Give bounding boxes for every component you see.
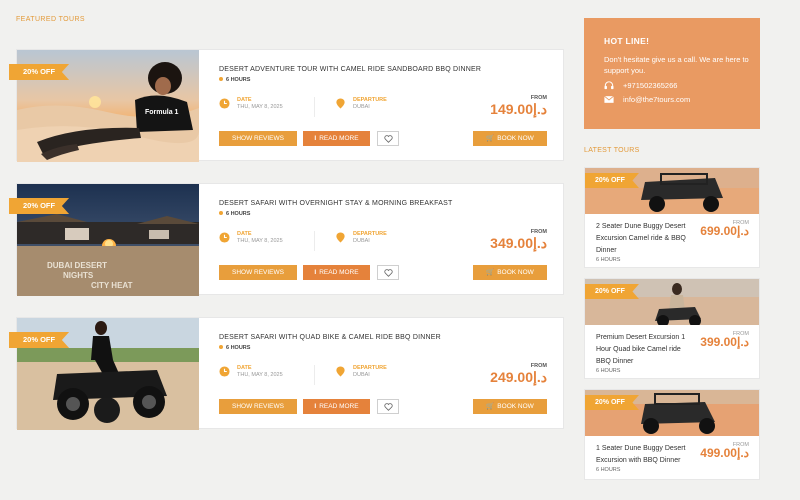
tour-title[interactable]: DESERT SAFARI WITH QUAD BIKE & CAMEL RID… bbox=[219, 334, 441, 341]
latest-tour-price: 499.00د.إ bbox=[700, 446, 749, 460]
info-icon: i bbox=[314, 403, 317, 410]
clock-icon bbox=[219, 366, 230, 377]
tour-card: 20% OFF DESERT SAFARI WITH QUAD BIKE & C… bbox=[9, 317, 564, 430]
clock-dot-icon bbox=[219, 77, 223, 81]
tour-duration: 6 HOURS bbox=[219, 77, 250, 83]
latest-tour-duration: 6 HOURS bbox=[596, 257, 621, 263]
cart-icon: 🛒 bbox=[486, 403, 495, 410]
info-icon: i bbox=[314, 269, 317, 276]
hotline-phone[interactable]: +971502365266 bbox=[604, 81, 760, 90]
hotline-email[interactable]: info@the7tours.com bbox=[604, 95, 760, 104]
sand-text-2: NIGHTS bbox=[63, 271, 94, 280]
clock-dot-icon bbox=[219, 211, 223, 215]
heart-icon bbox=[383, 135, 393, 143]
cart-icon: 🛒 bbox=[486, 135, 495, 142]
latest-tours-title: LATEST TOURS bbox=[584, 147, 640, 154]
tour-date: DATE THU, MAY 8, 2025 bbox=[219, 231, 315, 251]
latest-tour-card[interactable]: 20% OFF 1 Seater Dune Buggy Desert Excur… bbox=[584, 389, 760, 480]
discount-badge: 20% OFF bbox=[585, 173, 639, 188]
discount-badge: 20% OFF bbox=[585, 395, 639, 410]
show-reviews-button[interactable]: SHOW REVIEWS bbox=[219, 265, 297, 280]
wishlist-button[interactable] bbox=[377, 265, 399, 280]
envelope-icon bbox=[604, 95, 614, 103]
featured-tours-title: FEATURED TOURS bbox=[16, 16, 85, 23]
tour-card: Formula 1 20% OFF DESERT ADVENTURE TOUR … bbox=[9, 49, 564, 162]
latest-tour-duration: 6 HOURS bbox=[596, 368, 621, 374]
latest-tour-duration: 6 HOURS bbox=[596, 467, 621, 473]
tour-price: 149.00د.إ bbox=[490, 101, 547, 117]
latest-tour-price: 399.00د.إ bbox=[700, 335, 749, 349]
tour-duration: 6 HOURS bbox=[219, 345, 250, 351]
wishlist-button[interactable] bbox=[377, 399, 399, 414]
book-now-button[interactable]: 🛒 BOOK NOW bbox=[473, 265, 547, 280]
location-pin-icon bbox=[336, 366, 345, 377]
tour-departure: DEPARTURE DUBAI bbox=[335, 231, 425, 251]
show-reviews-button[interactable]: SHOW REVIEWS bbox=[219, 131, 297, 146]
location-pin-icon bbox=[336, 98, 345, 109]
clock-dot-icon bbox=[219, 345, 223, 349]
hotline-title: HOT LINE! bbox=[604, 36, 650, 46]
clock-icon bbox=[219, 232, 230, 243]
tour-price: 349.00د.إ bbox=[490, 235, 547, 251]
hotline-box: HOT LINE! Don't hesitate give us a call.… bbox=[584, 18, 760, 129]
discount-badge: 20% OFF bbox=[9, 64, 70, 80]
latest-tour-price: 699.00د.إ bbox=[700, 224, 749, 238]
discount-badge: 20% OFF bbox=[585, 284, 639, 299]
latest-tour-name[interactable]: 1 Seater Dune Buggy Desert Excursion wit… bbox=[596, 443, 696, 467]
tour-title[interactable]: DESERT SAFARI WITH OVERNIGHT STAY & MORN… bbox=[219, 200, 452, 207]
clock-icon bbox=[219, 98, 230, 109]
latest-tour-name[interactable]: 2 Seater Dune Buggy Desert Excursion Cam… bbox=[596, 221, 696, 257]
tour-date: DATE THU, MAY 8, 2025 bbox=[219, 97, 315, 117]
book-now-button[interactable]: 🛒 BOOK NOW bbox=[473, 131, 547, 146]
latest-tour-card[interactable]: 20% OFF 2 Seater Dune Buggy Desert Excur… bbox=[584, 167, 760, 268]
sand-text-3: CITY HEAT bbox=[91, 281, 133, 290]
tour-duration: 6 HOURS bbox=[219, 211, 250, 217]
read-more-button[interactable]: i READ MORE bbox=[303, 131, 370, 146]
tour-departure: DEPARTURE DUBAI bbox=[335, 97, 425, 117]
tour-title[interactable]: DESERT ADVENTURE TOUR WITH CAMEL RIDE SA… bbox=[219, 66, 481, 73]
info-icon: i bbox=[314, 135, 317, 142]
tour-price: 249.00د.إ bbox=[490, 369, 547, 385]
latest-tour-card[interactable]: 20% OFF Premium Desert Excursion 1 Hour … bbox=[584, 278, 760, 379]
heart-icon bbox=[383, 403, 393, 411]
wishlist-button[interactable] bbox=[377, 131, 399, 146]
discount-badge: 20% OFF bbox=[9, 332, 70, 348]
latest-tour-name[interactable]: Premium Desert Excursion 1 Hour Quad bik… bbox=[596, 332, 696, 368]
read-more-button[interactable]: i READ MORE bbox=[303, 399, 370, 414]
sand-text-1: DUBAI DESERT bbox=[47, 261, 107, 270]
discount-badge: 20% OFF bbox=[9, 198, 70, 214]
heart-icon bbox=[383, 269, 393, 277]
shirt-text: Formula 1 bbox=[145, 109, 179, 116]
hotline-text: Don't hesitate give us a call. We are he… bbox=[604, 55, 749, 75]
location-pin-icon bbox=[336, 232, 345, 243]
tour-departure: DEPARTURE DUBAI bbox=[335, 365, 425, 385]
tour-date: DATE THU, MAY 8, 2025 bbox=[219, 365, 315, 385]
tour-card: DUBAI DESERT NIGHTS CITY HEAT 20% OFF DE… bbox=[9, 183, 564, 296]
headset-icon bbox=[604, 81, 614, 90]
cart-icon: 🛒 bbox=[486, 269, 495, 276]
show-reviews-button[interactable]: SHOW REVIEWS bbox=[219, 399, 297, 414]
read-more-button[interactable]: i READ MORE bbox=[303, 265, 370, 280]
book-now-button[interactable]: 🛒 BOOK NOW bbox=[473, 399, 547, 414]
